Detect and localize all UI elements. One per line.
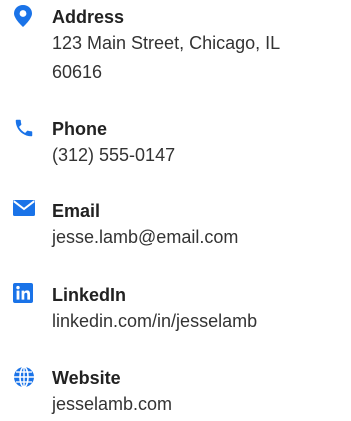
contact-info-list: Address 123 Main Street, Chicago, IL 606… — [0, 0, 351, 421]
envelope-icon — [0, 199, 52, 217]
map-pin-icon — [0, 5, 52, 27]
phone-label: Phone — [52, 119, 108, 139]
contact-item-email: Email jesse.lamb@email.com — [0, 199, 351, 252]
address-line-1: 123 Main Street, Chicago, IL — [52, 33, 281, 53]
linkedin-label: LinkedIn — [52, 285, 127, 305]
contact-item-website: Website jesselamb.com — [0, 366, 351, 419]
address-line-2: 60616 — [52, 62, 103, 82]
globe-icon — [0, 366, 52, 388]
phone-icon — [0, 117, 52, 139]
address-label: Address — [52, 7, 125, 27]
email-label: Email — [52, 201, 101, 221]
website-value[interactable]: jesselamb.com — [52, 390, 343, 419]
website-label: Website — [52, 368, 121, 388]
contact-item-address: Address 123 Main Street, Chicago, IL 606… — [0, 5, 351, 87]
email-value[interactable]: jesse.lamb@email.com — [52, 223, 343, 252]
contact-item-linkedin: LinkedIn linkedin.com/in/jesselamb — [0, 283, 351, 336]
linkedin-icon — [0, 283, 52, 303]
linkedin-value[interactable]: linkedin.com/in/jesselamb — [52, 307, 343, 336]
contact-item-phone: Phone (312) 555-0147 — [0, 117, 351, 170]
phone-value[interactable]: (312) 555-0147 — [52, 141, 343, 170]
